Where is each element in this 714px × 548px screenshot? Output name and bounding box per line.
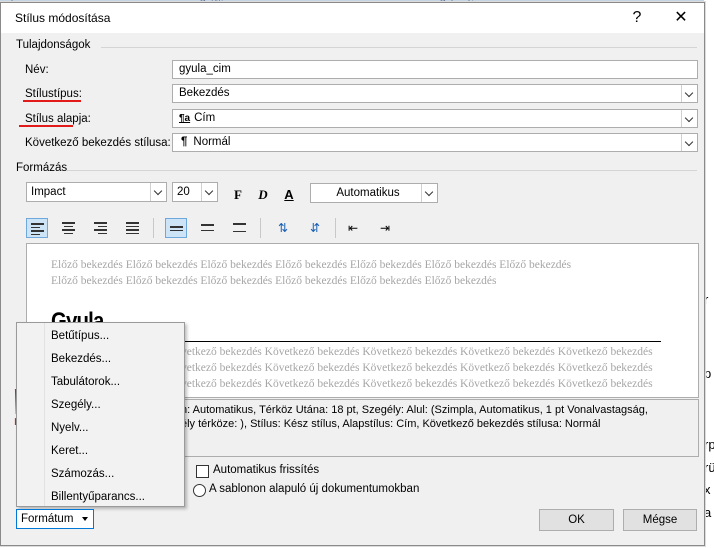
- background-glyph: p: [704, 366, 712, 381]
- divider: [101, 47, 697, 48]
- red-underline-annotation: [23, 100, 81, 102]
- underline-button[interactable]: A: [280, 186, 298, 204]
- name-value: gyula_cim: [179, 63, 231, 75]
- menu-item-numbering[interactable]: Számozás...: [51, 464, 114, 484]
- red-underline-annotation: [19, 125, 73, 127]
- one-half-spacing-icon: [201, 224, 214, 233]
- template-documents-radio[interactable]: [193, 484, 206, 497]
- formatting-group-label: Formázás: [16, 162, 68, 174]
- justify-button[interactable]: [122, 218, 144, 238]
- single-spacing-icon: [170, 226, 183, 233]
- style-based-on-dropdown[interactable]: ¶a Cím: [172, 109, 698, 128]
- align-center-icon: [62, 222, 75, 236]
- font-size-value: 20: [177, 186, 190, 198]
- font-color-combo[interactable]: Automatikus: [310, 183, 438, 203]
- style-type-label: Stílustípus:: [25, 88, 82, 100]
- divider: [153, 218, 154, 238]
- auto-update-label: Automatikus frissítés: [213, 464, 320, 476]
- font-name-combo[interactable]: Impact: [26, 182, 167, 202]
- double-spacing-button[interactable]: [229, 218, 251, 238]
- align-left-icon: [31, 223, 44, 237]
- next-style-dropdown[interactable]: ¶ Normál: [172, 133, 698, 152]
- font-color-value: Automatikus: [336, 187, 400, 199]
- template-documents-label: A sablonon alapuló új dokumentumokban: [209, 483, 420, 495]
- menu-item-border[interactable]: Szegély...: [51, 395, 101, 415]
- chevron-down-icon[interactable]: [681, 85, 697, 102]
- spacing-before-icon: ⇅: [277, 221, 289, 235]
- dialog-title: Stílus módosítása: [15, 11, 111, 25]
- cancel-button[interactable]: Mégse: [623, 509, 697, 531]
- spacing-after-icon: ⇵: [309, 221, 321, 235]
- preview-next-paragraph: vetkező bekezdés Következő bekezdés Köve…: [181, 378, 653, 390]
- paragraph-icon: ¶: [181, 136, 188, 148]
- background-glyph: rp: [704, 437, 714, 452]
- style-based-on-value: Cím: [194, 112, 216, 124]
- ok-button[interactable]: OK: [539, 509, 614, 531]
- name-label: Név:: [25, 64, 49, 76]
- align-right-icon: [94, 222, 107, 236]
- bold-button[interactable]: F: [229, 186, 247, 204]
- divider: [67, 170, 697, 171]
- menu-item-language[interactable]: Nyelv...: [51, 418, 89, 438]
- format-dropdown-menu: Betűtípus... Bekezdés... Tabulátorok... …: [16, 322, 185, 507]
- preview-previous-paragraph: Előző bekezdés Előző bekezdés Előző beke…: [51, 275, 497, 287]
- decrease-indent-button[interactable]: ⇤: [342, 218, 364, 238]
- preview-next-paragraph: vetkező bekezdés Következő bekezdés Köve…: [181, 346, 653, 358]
- menu-item-paragraph[interactable]: Bekezdés...: [51, 349, 111, 369]
- align-left-button[interactable]: [26, 218, 48, 238]
- background-document-edge: r p rp rü x a: [704, 0, 714, 548]
- indent-icon: ⇥: [379, 221, 391, 235]
- auto-update-checkbox[interactable]: [196, 465, 209, 478]
- menu-item-tabs[interactable]: Tabulátorok...: [51, 372, 120, 392]
- background-glyph: rü: [704, 460, 714, 475]
- name-input[interactable]: gyula_cim: [172, 60, 698, 79]
- chevron-down-icon[interactable]: [421, 184, 437, 202]
- decrease-spacing-button[interactable]: ⇵: [304, 218, 326, 238]
- style-type-value: Bekezdés: [179, 87, 230, 99]
- font-size-combo[interactable]: 20: [172, 182, 218, 202]
- menu-item-shortcut-key[interactable]: Billentyűparancs...: [51, 487, 145, 507]
- dialog-titlebar: Stílus módosítása ? ✕: [1, 3, 704, 33]
- increase-indent-button[interactable]: ⇥: [374, 218, 396, 238]
- style-type-dropdown[interactable]: Bekezdés: [172, 84, 698, 103]
- style-based-on-label: Stílus alapja:: [25, 113, 91, 125]
- format-button[interactable]: Formátum: [16, 509, 94, 529]
- justify-icon: [126, 222, 139, 236]
- chevron-down-icon[interactable]: [201, 183, 217, 201]
- chevron-down-icon[interactable]: [150, 183, 166, 201]
- divider: [335, 218, 336, 238]
- italic-button[interactable]: D: [254, 186, 272, 204]
- caret-down-icon: [82, 517, 88, 521]
- divider: [260, 218, 261, 238]
- properties-group-label: Tulajdonságok: [16, 39, 91, 51]
- next-style-label: Következő bekezdés stílusa:: [25, 137, 171, 149]
- background-glyph: a: [704, 505, 712, 520]
- font-name-value: Impact: [31, 186, 66, 198]
- menu-icon-column: [17, 323, 45, 506]
- menu-item-font[interactable]: Betűtípus...: [51, 326, 109, 346]
- close-button[interactable]: ✕: [666, 7, 696, 29]
- increase-spacing-before-button[interactable]: ⇅: [272, 218, 294, 238]
- help-button[interactable]: ?: [622, 7, 652, 29]
- chevron-down-icon[interactable]: [681, 110, 697, 127]
- align-center-button[interactable]: [58, 218, 80, 238]
- preview-next-paragraph: vetkező bekezdés Következő bekezdés Köve…: [181, 362, 653, 374]
- align-right-button[interactable]: [90, 218, 112, 238]
- outdent-icon: ⇤: [347, 221, 359, 235]
- format-button-label: Formátum: [21, 513, 74, 525]
- next-style-value: Normál: [193, 136, 231, 148]
- preview-previous-paragraph: Előző bekezdés Előző bekezdés Előző beke…: [51, 259, 572, 271]
- chevron-down-icon[interactable]: [681, 134, 697, 151]
- one-half-spacing-button[interactable]: [197, 218, 219, 238]
- double-spacing-icon: [233, 223, 246, 234]
- single-spacing-button[interactable]: [165, 218, 187, 238]
- paragraph-linked-icon: ¶a: [179, 113, 191, 124]
- menu-item-frame[interactable]: Keret...: [51, 441, 88, 461]
